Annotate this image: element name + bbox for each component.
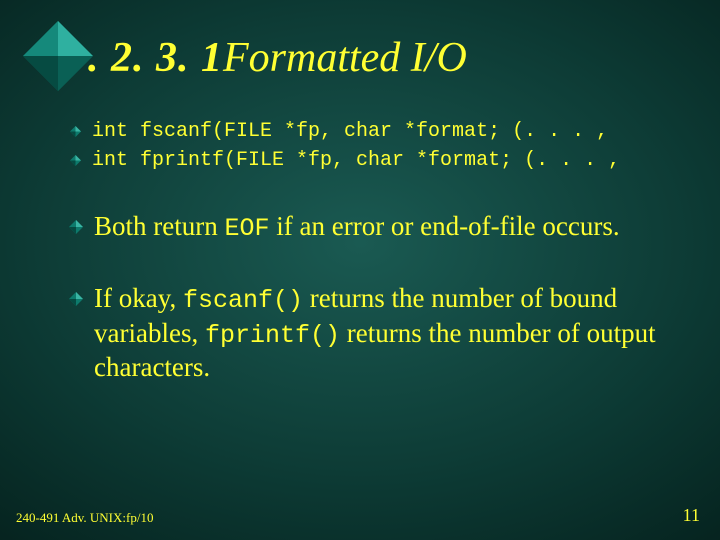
inline-code: EOF bbox=[224, 214, 269, 243]
inline-code: fprintf() bbox=[205, 321, 340, 350]
title-number: . 2. 3. 1 bbox=[88, 37, 223, 79]
paragraph: If okay, fscanf() returns the number of … bbox=[68, 282, 690, 384]
page-number: 11 bbox=[683, 505, 700, 526]
code-signature: int fscanf(FILE *fp, char *format; (. . … bbox=[92, 120, 608, 143]
signature-line: int fprintf(FILE *fp, char *format; (. .… bbox=[68, 149, 690, 172]
paragraph: Both return EOF if an error or end-of-fi… bbox=[68, 210, 690, 244]
diamond-icon bbox=[20, 18, 96, 94]
text-run: Both return bbox=[94, 211, 224, 241]
diamond-bullet-icon bbox=[68, 149, 82, 166]
text-run: If okay, bbox=[94, 283, 183, 313]
diamond-bullet-icon bbox=[68, 120, 82, 137]
title-row: . 2. 3. 1 Formatted I/O bbox=[20, 18, 700, 94]
content-area: int fscanf(FILE *fp, char *format; (. . … bbox=[68, 120, 690, 423]
footer-left: 240-491 Adv. UNIX:fp/10 bbox=[16, 510, 153, 526]
paragraph-text: Both return EOF if an error or end-of-fi… bbox=[94, 210, 620, 244]
signature-line: int fscanf(FILE *fp, char *format; (. . … bbox=[68, 120, 690, 143]
text-run: if an error or end-of-file occurs. bbox=[270, 211, 620, 241]
diamond-bullet-icon bbox=[68, 210, 84, 234]
diamond-bullet-icon bbox=[68, 282, 84, 306]
title-text: Formatted I/O bbox=[223, 37, 467, 79]
paragraph-text: If okay, fscanf() returns the number of … bbox=[94, 282, 690, 384]
code-signature: int fprintf(FILE *fp, char *format; (. .… bbox=[92, 149, 620, 172]
inline-code: fscanf() bbox=[183, 286, 303, 315]
